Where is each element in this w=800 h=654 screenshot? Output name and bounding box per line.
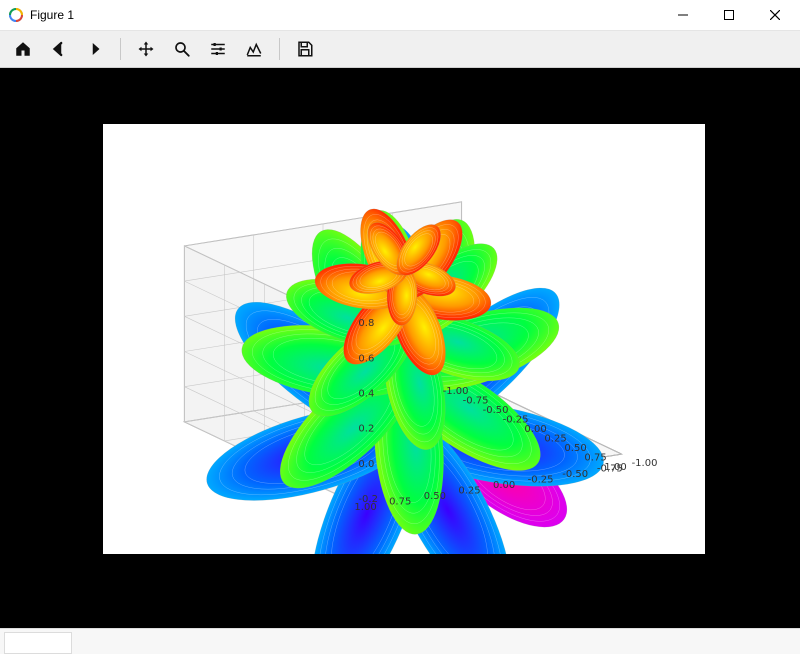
x-tick-label: 0.50 bbox=[564, 443, 586, 454]
status-bar bbox=[0, 628, 800, 654]
z-tick-label: -0.2 bbox=[358, 494, 378, 505]
z-tick-label: 0.4 bbox=[358, 389, 374, 400]
window-maximize-button[interactable] bbox=[706, 0, 752, 30]
y-tick-label: -0.50 bbox=[562, 469, 588, 480]
x-tick-label: 0.75 bbox=[584, 453, 606, 464]
z-tick-label: 0.2 bbox=[358, 424, 374, 435]
configure-subplots-button[interactable] bbox=[201, 33, 235, 65]
matplotlib-toolbar bbox=[0, 31, 800, 68]
pan-button[interactable] bbox=[129, 33, 163, 65]
figure-canvas[interactable]: -1.00-0.75-0.50-0.250.000.250.500.751.00… bbox=[103, 124, 705, 554]
toolbar-separator bbox=[279, 38, 280, 60]
x-tick-label: 0.25 bbox=[544, 434, 566, 445]
y-tick-label: 0.25 bbox=[458, 486, 480, 497]
window-minimize-button[interactable] bbox=[660, 0, 706, 30]
save-button[interactable] bbox=[288, 33, 322, 65]
home-button[interactable] bbox=[6, 33, 40, 65]
y-tick-label: 0.50 bbox=[424, 491, 446, 502]
app-icon bbox=[8, 7, 24, 23]
zoom-button[interactable] bbox=[165, 33, 199, 65]
toolbar-separator bbox=[120, 38, 121, 60]
figure-canvas-outer: -1.00-0.75-0.50-0.250.000.250.500.751.00… bbox=[0, 68, 800, 628]
z-tick-label: 0.0 bbox=[358, 459, 374, 470]
forward-button[interactable] bbox=[78, 33, 112, 65]
y-tick-label: -1.00 bbox=[632, 458, 658, 469]
y-tick-label: 0.75 bbox=[389, 497, 411, 508]
window-title: Figure 1 bbox=[30, 8, 74, 22]
window-titlebar: Figure 1 bbox=[0, 0, 800, 31]
z-tick-label: 0.8 bbox=[358, 318, 374, 329]
edit-parameters-button[interactable] bbox=[237, 33, 271, 65]
y-tick-label: -0.25 bbox=[528, 475, 554, 486]
y-tick-label: -0.75 bbox=[597, 464, 623, 475]
x-tick-label: 0.00 bbox=[524, 424, 546, 435]
status-coordinate-box bbox=[4, 632, 72, 654]
z-tick-label: 0.6 bbox=[358, 353, 374, 364]
y-tick-label: 0.00 bbox=[493, 480, 515, 491]
window-close-button[interactable] bbox=[752, 0, 798, 30]
back-button[interactable] bbox=[42, 33, 76, 65]
